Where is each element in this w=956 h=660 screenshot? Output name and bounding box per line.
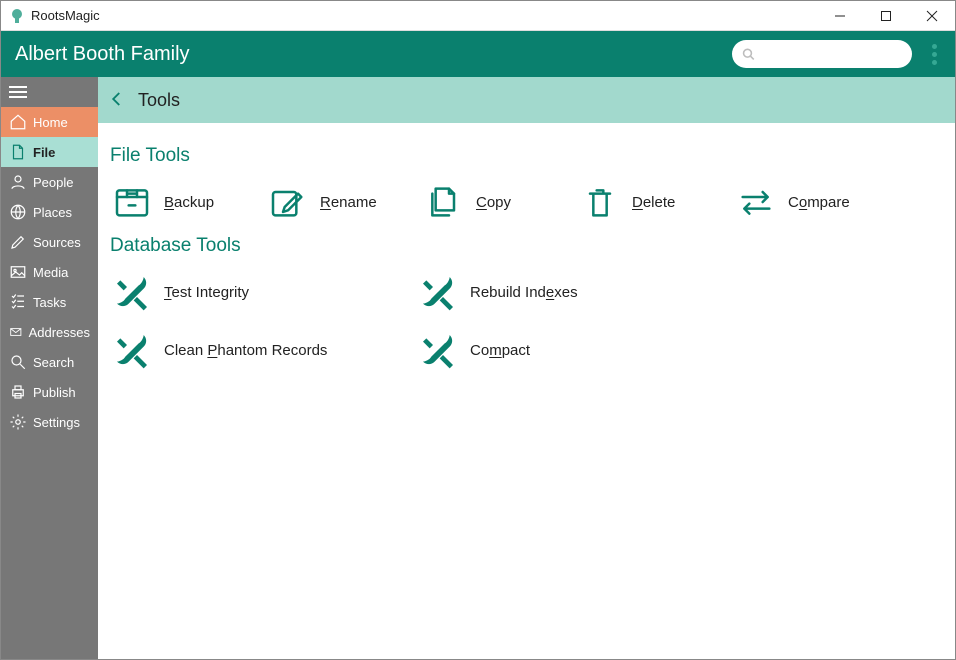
breadcrumb: Tools <box>98 77 955 123</box>
globe-icon <box>9 203 27 221</box>
image-icon <box>9 263 27 281</box>
dot-icon <box>932 44 937 49</box>
app-window: RootsMagic Albert Booth Family <box>0 0 956 660</box>
tools-icon <box>416 270 460 314</box>
section-file-tools-title: File Tools <box>110 145 943 167</box>
tool-backup[interactable]: Backup <box>110 177 260 227</box>
sidebar-item-label: Settings <box>33 415 80 430</box>
tool-label: Clean Phantom Records <box>164 342 327 359</box>
sidebar-item-label: Publish <box>33 385 76 400</box>
printer-icon <box>9 383 27 401</box>
tool-compare[interactable]: Compare <box>734 177 884 227</box>
tool-label: Backup <box>164 194 214 211</box>
app-title: RootsMagic <box>31 8 817 23</box>
envelope-icon <box>9 323 23 341</box>
tool-rename[interactable]: Rename <box>266 177 416 227</box>
tool-compact[interactable]: Compact <box>416 325 716 375</box>
tools-icon <box>110 328 154 372</box>
sidebar-item-settings[interactable]: Settings <box>1 407 98 437</box>
section-database-tools-title: Database Tools <box>110 235 943 257</box>
sidebar-item-label: Addresses <box>29 325 90 340</box>
family-title: Albert Booth Family <box>15 43 732 66</box>
app-icon <box>9 8 25 24</box>
sidebar-item-label: Sources <box>33 235 81 250</box>
db-tools-row-2: Clean Phantom Records Compact <box>110 325 943 375</box>
back-button[interactable] <box>108 90 126 111</box>
tool-label: Test Integrity <box>164 284 249 301</box>
tools-icon <box>110 270 154 314</box>
window-minimize-button[interactable] <box>817 1 863 31</box>
content: File Tools Backup Rename <box>98 123 955 399</box>
edit-icon <box>266 180 310 224</box>
pen-icon <box>9 233 27 251</box>
tool-label: Copy <box>476 194 511 211</box>
sidebar-item-publish[interactable]: Publish <box>1 377 98 407</box>
dot-icon <box>932 52 937 57</box>
file-tools-row: Backup Rename Copy <box>110 177 943 227</box>
tool-rebuild-indexes[interactable]: Rebuild Indexes <box>416 267 716 317</box>
sidebar-item-file[interactable]: File <box>1 137 98 167</box>
tool-test-integrity[interactable]: Test Integrity <box>110 267 410 317</box>
page-title: Tools <box>138 90 180 111</box>
people-icon <box>9 173 27 191</box>
sidebar-item-label: People <box>33 175 73 190</box>
chevron-left-icon <box>108 90 126 108</box>
more-menu-button[interactable] <box>928 40 941 69</box>
home-icon <box>9 113 27 131</box>
search-input[interactable] <box>759 47 902 62</box>
sidebar-item-search[interactable]: Search <box>1 347 98 377</box>
trash-icon <box>578 180 622 224</box>
tool-label: Rename <box>320 194 377 211</box>
main-area: Tools File Tools Backup R <box>98 77 955 659</box>
window-close-button[interactable] <box>909 1 955 31</box>
tool-copy[interactable]: Copy <box>422 177 572 227</box>
sidebar-item-label: File <box>33 145 55 160</box>
sidebar-item-label: Tasks <box>33 295 66 310</box>
file-icon <box>9 143 27 161</box>
sidebar-item-label: Home <box>33 115 68 130</box>
search-box[interactable] <box>732 40 912 68</box>
sidebar-item-people[interactable]: People <box>1 167 98 197</box>
hamburger-icon <box>9 86 27 98</box>
tool-label: Compare <box>788 194 850 211</box>
sidebar-item-label: Media <box>33 265 68 280</box>
window-maximize-button[interactable] <box>863 1 909 31</box>
tool-clean-phantom[interactable]: Clean Phantom Records <box>110 325 410 375</box>
gear-icon <box>9 413 27 431</box>
sidebar-item-tasks[interactable]: Tasks <box>1 287 98 317</box>
sidebar-toggle-button[interactable] <box>1 77 98 107</box>
tool-label: Compact <box>470 342 530 359</box>
titlebar: RootsMagic <box>1 1 955 31</box>
sidebar: Home File People Places Sources Media <box>1 77 98 659</box>
checklist-icon <box>9 293 27 311</box>
tool-label: Rebuild Indexes <box>470 284 578 301</box>
magnifier-icon <box>9 353 27 371</box>
dot-icon <box>932 60 937 65</box>
tool-label: Delete <box>632 194 675 211</box>
db-tools-row-1: Test Integrity Rebuild Indexes <box>110 267 943 317</box>
header-bar: Albert Booth Family <box>1 31 955 77</box>
sidebar-item-home[interactable]: Home <box>1 107 98 137</box>
swap-arrows-icon <box>734 180 778 224</box>
sidebar-item-label: Places <box>33 205 72 220</box>
sidebar-item-addresses[interactable]: Addresses <box>1 317 98 347</box>
sidebar-item-places[interactable]: Places <box>1 197 98 227</box>
archive-box-icon <box>110 180 154 224</box>
body: Home File People Places Sources Media <box>1 77 955 659</box>
sidebar-item-label: Search <box>33 355 74 370</box>
copy-icon <box>422 180 466 224</box>
tool-delete[interactable]: Delete <box>578 177 728 227</box>
search-icon <box>742 47 755 61</box>
sidebar-item-media[interactable]: Media <box>1 257 98 287</box>
sidebar-item-sources[interactable]: Sources <box>1 227 98 257</box>
tools-icon <box>416 328 460 372</box>
